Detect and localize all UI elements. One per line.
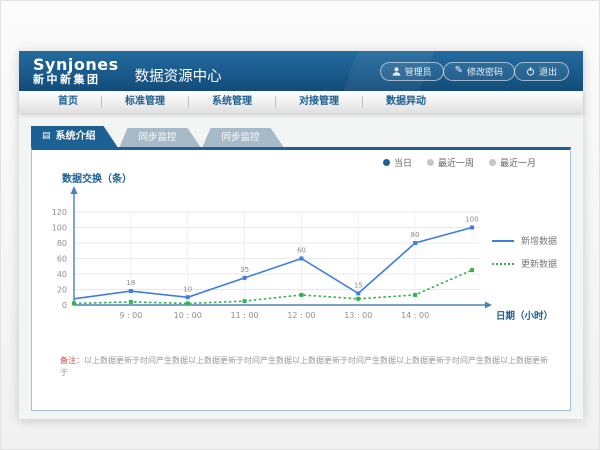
footnote-prefix: 备注： — [60, 356, 84, 365]
radio-dot-icon — [427, 159, 434, 166]
desktop-background: { "header": { "logo_text": "Synjones", "… — [0, 0, 600, 450]
footnote-text: 以上数据更新于时间产生数据以上数据更新于时间产生数据以上数据更新于时间产生数据以… — [60, 356, 548, 377]
svg-text:80: 80 — [411, 231, 420, 239]
app-header: Synjones 新中新集团 数据资源中心 管理员 ✎ 修改密码 退出 — [19, 51, 583, 91]
tab-sync-monitor-2[interactable]: 同步监控 — [203, 128, 284, 147]
radio-last-month[interactable]: 最近一月 — [489, 156, 536, 169]
nav-item-interface[interactable]: 对接管理 — [276, 91, 362, 113]
app-window: Synjones 新中新集团 数据资源中心 管理员 ✎ 修改密码 退出 — [19, 51, 583, 419]
radio-label: 最近一月 — [500, 156, 536, 169]
svg-text:120: 120 — [52, 208, 67, 217]
logo-text: Synjones — [33, 57, 119, 74]
power-icon — [526, 67, 535, 76]
page-title: 数据资源中心 — [135, 56, 222, 86]
radio-dot-icon — [489, 159, 496, 166]
svg-text:80: 80 — [57, 239, 67, 248]
dotted-line-icon — [492, 263, 514, 265]
document-icon: ▤ — [42, 132, 51, 141]
radio-label: 最近一周 — [438, 156, 474, 169]
edit-icon: ✎ — [455, 66, 463, 76]
admin-button[interactable]: 管理员 — [380, 62, 444, 81]
logout-button[interactable]: 退出 — [514, 62, 569, 81]
nav-item-home[interactable]: 首页 — [35, 91, 101, 113]
tab-bar: ▤ 系统介绍 同步监控 同步监控 — [31, 126, 571, 147]
svg-text:13 : 00: 13 : 00 — [344, 311, 372, 320]
legend-label: 新增数据 — [521, 234, 557, 247]
radio-label: 当日 — [394, 156, 412, 169]
nav-item-data-change[interactable]: 数据异动 — [363, 91, 449, 113]
svg-text:20: 20 — [57, 286, 67, 295]
main-nav: 首页 标准管理 系统管理 对接管理 数据异动 — [19, 91, 583, 113]
tab-sync-monitor-1[interactable]: 同步监控 — [120, 128, 201, 147]
chart-legend: 新增数据 更新数据 — [492, 234, 557, 270]
nav-item-system[interactable]: 系统管理 — [189, 91, 275, 113]
svg-text:日期（小时）: 日期（小时） — [496, 310, 553, 322]
user-controls: 管理员 ✎ 修改密码 退出 — [381, 62, 569, 81]
svg-text:60: 60 — [57, 255, 67, 264]
svg-text:11 : 00: 11 : 00 — [231, 311, 259, 320]
svg-text:60: 60 — [297, 247, 306, 255]
radio-dot-icon — [383, 159, 390, 166]
logo-subtext: 新中新集团 — [33, 74, 119, 86]
legend-item-updated-data[interactable]: 更新数据 — [492, 257, 557, 270]
svg-text:0: 0 — [62, 301, 67, 310]
svg-text:9 : 00: 9 : 00 — [119, 311, 142, 320]
content-area: ▤ 系统介绍 同步监控 同步监控 当日 最近一周 — [19, 113, 583, 419]
svg-text:40: 40 — [57, 270, 67, 279]
tab-label: 系统介绍 — [56, 126, 96, 147]
svg-text:35: 35 — [240, 266, 249, 274]
admin-label: 管理员 — [405, 65, 432, 78]
nav-item-standards[interactable]: 标准管理 — [102, 91, 188, 113]
tab-label: 同步监控 — [139, 132, 177, 143]
line-chart: 0 20 40 60 80 100 120 9 : 00 10 : 00 11 : 00 12 : … — [32, 180, 562, 330]
person-icon — [392, 67, 401, 76]
tab-system-intro[interactable]: ▤ 系统介绍 — [31, 126, 118, 147]
change-password-label: 修改密码 — [467, 65, 503, 78]
svg-text:10: 10 — [183, 285, 192, 293]
company-logo: Synjones 新中新集团 — [33, 57, 119, 85]
change-password-button[interactable]: ✎ 修改密码 — [443, 62, 515, 81]
svg-text:100: 100 — [465, 216, 478, 224]
logout-label: 退出 — [539, 65, 557, 78]
svg-text:12 : 00: 12 : 00 — [287, 311, 315, 320]
solid-line-icon — [492, 240, 514, 242]
time-range-filter: 当日 最近一周 最近一月 — [383, 156, 536, 169]
svg-text:18: 18 — [126, 279, 135, 287]
legend-label: 更新数据 — [521, 257, 557, 270]
legend-item-new-data[interactable]: 新增数据 — [492, 234, 557, 247]
svg-text:15: 15 — [354, 281, 363, 289]
svg-text:100: 100 — [52, 224, 67, 233]
radio-today[interactable]: 当日 — [383, 156, 412, 169]
footnote: 备注：以上数据更新于时间产生数据以上数据更新于时间产生数据以上数据更新于时间产生… — [60, 355, 552, 378]
tab-label: 同步监控 — [222, 132, 260, 143]
svg-text:10 : 00: 10 : 00 — [174, 311, 202, 320]
chart-panel: 当日 最近一周 最近一月 数据交换（条） 0204060801001209 : … — [31, 147, 571, 411]
svg-text:14 : 00: 14 : 00 — [401, 311, 429, 320]
radio-last-week[interactable]: 最近一周 — [427, 156, 474, 169]
